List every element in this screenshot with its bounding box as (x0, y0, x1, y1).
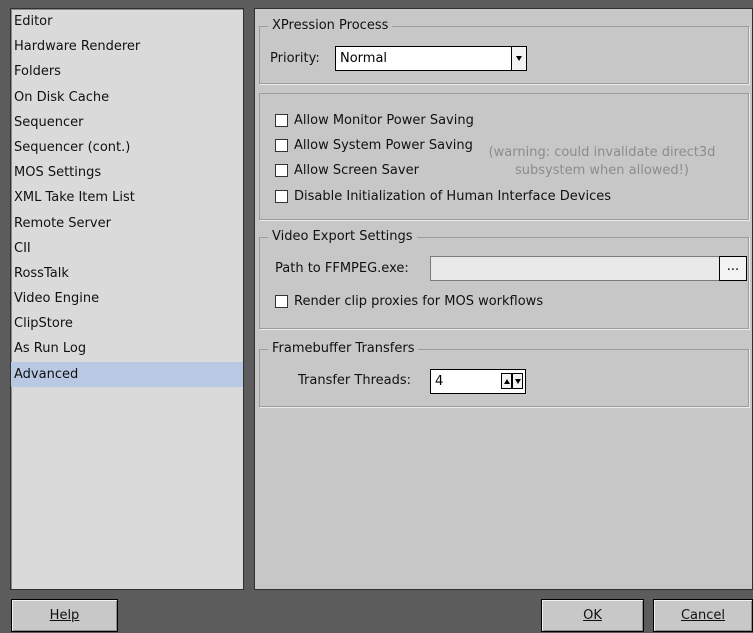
transfer-threads-label: Transfer Threads: (298, 373, 412, 388)
transfer-threads-spin-buttons (501, 373, 523, 389)
ffmpeg-path-label: Path to FFMPEG.exe: (275, 261, 409, 276)
advanced-settings-panel: XPression Process Priority: Normal Allow… (254, 8, 753, 590)
allow-system-power-saving-row[interactable]: Allow System Power Saving (275, 135, 473, 155)
sidebar-item-folders[interactable]: Folders (11, 59, 243, 84)
chevron-down-icon (514, 378, 521, 384)
xpression-process-group: XPression Process Priority: Normal (259, 18, 749, 84)
help-button[interactable]: Help (11, 599, 118, 632)
sidebar-item-editor[interactable]: Editor (11, 9, 243, 34)
priority-label: Priority: (270, 51, 320, 66)
sidebar-item-video-engine[interactable]: Video Engine (11, 286, 243, 311)
ffmpeg-browse-button[interactable]: ... (719, 256, 747, 281)
allow-system-power-saving-label: Allow System Power Saving (294, 137, 473, 153)
warning-line-2: subsystem when allowed!) (515, 163, 689, 178)
priority-value: Normal (340, 51, 388, 66)
cancel-button[interactable]: Cancel (653, 599, 753, 632)
sidebar-item-as-run-log[interactable]: As Run Log (11, 336, 243, 361)
sidebar-item-remote-server[interactable]: Remote Server (11, 211, 243, 236)
spin-up-button[interactable] (501, 373, 512, 389)
sidebar-item-clipstore[interactable]: ClipStore (11, 311, 243, 336)
allow-monitor-power-saving-row[interactable]: Allow Monitor Power Saving (275, 110, 474, 130)
ffmpeg-path-input[interactable] (430, 256, 720, 281)
spin-down-button[interactable] (512, 373, 523, 389)
render-clip-proxies-row[interactable]: Render clip proxies for MOS workflows (275, 291, 543, 311)
priority-select[interactable]: Normal (335, 46, 527, 71)
allow-screen-saver-label: Allow Screen Saver (294, 162, 419, 178)
ok-button[interactable]: OK (541, 599, 644, 632)
sidebar-item-xml-take-item-list[interactable]: XML Take Item List (11, 185, 243, 210)
allow-monitor-power-saving-label: Allow Monitor Power Saving (294, 112, 474, 128)
priority-dropdown-button[interactable] (511, 47, 526, 70)
allow-system-power-saving-checkbox[interactable] (275, 138, 288, 152)
transfer-threads-spinbox[interactable]: 4 (430, 369, 526, 394)
allow-monitor-power-saving-checkbox[interactable] (275, 113, 288, 127)
sidebar-item-advanced[interactable]: Advanced (11, 361, 243, 387)
disable-hid-init-checkbox[interactable] (275, 189, 288, 203)
sidebar-item-sequencer-cont[interactable]: Sequencer (cont.) (11, 135, 243, 160)
video-export-title: Video Export Settings (268, 229, 417, 245)
framebuffer-group: Framebuffer Transfers Transfer Threads: … (259, 341, 749, 407)
warning-line-1: (warning: could invalidate direct3d (488, 145, 716, 160)
sidebar-item-rosstalk[interactable]: RossTalk (11, 261, 243, 286)
sidebar-item-on-disk-cache[interactable]: On Disk Cache (11, 85, 243, 110)
chevron-up-icon (503, 378, 510, 384)
sidebar-item-hardware-renderer[interactable]: Hardware Renderer (11, 34, 243, 59)
sidebar-item-cii[interactable]: CII (11, 236, 243, 261)
render-clip-proxies-label: Render clip proxies for MOS workflows (294, 293, 544, 309)
sidebar-item-mos-settings[interactable]: MOS Settings (11, 160, 243, 185)
disable-hid-init-row[interactable]: Disable Initialization of Human Interfac… (275, 186, 611, 206)
cancel-button-label: Cancel (680, 608, 726, 623)
sidebar-item-sequencer[interactable]: Sequencer (11, 110, 243, 135)
settings-category-list[interactable]: Editor Hardware Renderer Folders On Disk… (10, 8, 244, 590)
help-button-label: Help (49, 608, 80, 623)
video-export-group: Video Export Settings Path to FFMPEG.exe… (259, 229, 749, 329)
allow-screen-saver-row[interactable]: Allow Screen Saver (275, 160, 419, 180)
allow-screen-saver-checkbox[interactable] (275, 163, 288, 177)
render-clip-proxies-checkbox[interactable] (275, 294, 288, 308)
transfer-threads-value: 4 (435, 374, 444, 389)
xpression-process-title: XPression Process (268, 18, 393, 34)
framebuffer-title: Framebuffer Transfers (268, 341, 419, 357)
disable-hid-init-label: Disable Initialization of Human Interfac… (294, 188, 612, 204)
power-saving-warning: (warning: could invalidate direct3d subs… (482, 144, 722, 180)
ok-button-label: OK (583, 608, 602, 623)
chevron-down-icon (516, 56, 522, 61)
